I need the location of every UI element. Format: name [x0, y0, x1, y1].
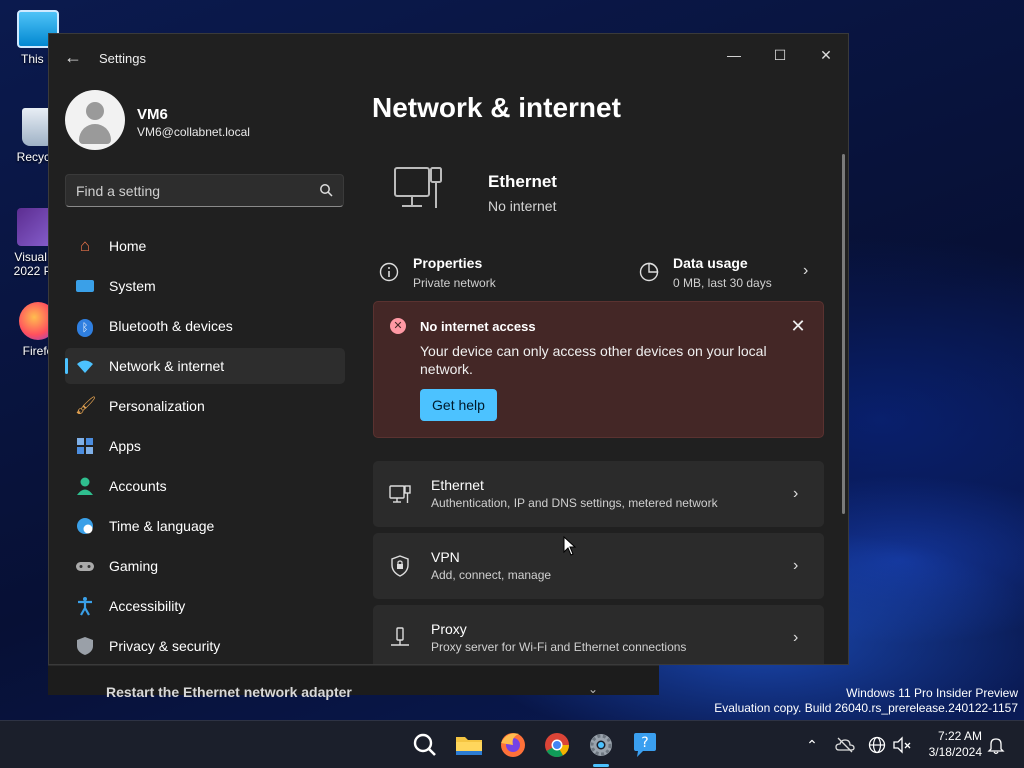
- dismiss-alert-button[interactable]: ✕: [786, 314, 810, 338]
- chevron-right-icon: ›: [793, 557, 799, 574]
- wifi-icon: [75, 356, 95, 376]
- apps-icon: [75, 436, 95, 456]
- scrollbar[interactable]: [842, 154, 845, 514]
- chevron-right-icon: ›: [793, 485, 799, 502]
- ethernet-name: Ethernet: [488, 172, 557, 191]
- controller-icon: [75, 556, 95, 576]
- mouse-cursor-icon: [563, 536, 577, 556]
- search-icon: [320, 184, 333, 197]
- sidebar-item-system[interactable]: System: [65, 268, 345, 304]
- sidebar-item-personalization[interactable]: 🖌 Personalization: [65, 388, 345, 424]
- settings-window: ← Settings — ☐ ✕ VM6 VM6@collabnet.local…: [48, 33, 849, 665]
- clock-date: 3/18/2024: [928, 745, 982, 759]
- properties-link[interactable]: Properties Private network: [379, 254, 629, 294]
- vpn-settings-card[interactable]: VPN Add, connect, manage ›: [373, 533, 824, 599]
- back-arrow-icon[interactable]: ←: [63, 48, 83, 68]
- maximize-button[interactable]: ☐: [757, 40, 803, 70]
- sidebar-item-apps[interactable]: Apps: [65, 428, 345, 464]
- user-name: VM6: [137, 106, 168, 123]
- sidebar-item-accounts[interactable]: Accounts: [65, 468, 345, 504]
- ethernet-status: No internet: [488, 198, 557, 214]
- alert-title: No internet access: [420, 319, 536, 334]
- file-explorer-icon[interactable]: [453, 729, 485, 761]
- chevron-up-icon[interactable]: ⌃: [802, 735, 822, 755]
- search-placeholder: Find a setting: [76, 183, 161, 199]
- cloud-sync-icon[interactable]: [835, 735, 855, 755]
- avatar[interactable]: [65, 90, 125, 150]
- chevron-right-icon: ›: [803, 262, 809, 279]
- page-title: Network & internet: [372, 92, 621, 123]
- search-icon[interactable]: [409, 729, 441, 761]
- user-email: VM6@collabnet.local: [137, 125, 250, 139]
- window-title: Settings: [99, 51, 146, 66]
- clock-time: 7:22 AM: [937, 729, 982, 743]
- data-usage-icon: [639, 262, 659, 282]
- system-clock[interactable]: 7:22 AM 3/18/2024: [918, 728, 982, 760]
- firefox-icon[interactable]: [497, 729, 529, 761]
- proxy-settings-card[interactable]: Proxy Proxy server for Wi-Fi and Etherne…: [373, 605, 824, 664]
- title-bar[interactable]: ← Settings — ☐ ✕: [49, 34, 848, 82]
- accessibility-icon: [75, 596, 95, 616]
- minimize-button[interactable]: —: [711, 40, 757, 70]
- chevron-right-icon: ›: [793, 629, 799, 646]
- svg-text:?: ?: [641, 735, 648, 751]
- taskbar: ? ⌃ 7:22 AM 3/18/2024: [0, 720, 1024, 768]
- evaluation-watermark: Windows 11 Pro Insider Preview Evaluatio…: [714, 686, 1018, 715]
- sidebar-nav: ⌂ Home System ᛒ Bluetooth & devices Netw…: [65, 228, 345, 664]
- person-icon: [75, 476, 95, 496]
- alert-message: Your device can only access other device…: [420, 343, 767, 377]
- error-icon: ✕: [390, 318, 406, 334]
- info-icon: [379, 262, 399, 282]
- sidebar-item-network[interactable]: Network & internet: [65, 348, 345, 384]
- no-internet-alert: ✕ No internet access Your device can onl…: [373, 301, 824, 438]
- ethernet-monitor-icon: [394, 167, 442, 208]
- chevron-down-icon: ⌄: [588, 682, 599, 696]
- search-input[interactable]: Find a setting: [65, 174, 344, 207]
- sidebar-item-privacy[interactable]: Privacy & security: [65, 628, 345, 664]
- sidebar-item-accessibility[interactable]: Accessibility: [65, 588, 345, 624]
- close-button[interactable]: ✕: [803, 40, 848, 70]
- shield-icon: [75, 636, 95, 656]
- sidebar-item-home[interactable]: ⌂ Home: [65, 228, 345, 264]
- sidebar-item-time-language[interactable]: Time & language: [65, 508, 345, 544]
- notification-bell-icon[interactable]: [986, 735, 1006, 755]
- settings-icon[interactable]: [585, 729, 617, 761]
- background-window-strip[interactable]: Restart the Ethernet network adapter ⌄: [48, 665, 659, 700]
- ethernet-icon: [389, 485, 411, 503]
- data-usage-link[interactable]: Data usage 0 MB, last 30 days ›: [639, 254, 819, 294]
- get-help-button[interactable]: Get help: [420, 389, 497, 421]
- bluetooth-icon: ᛒ: [75, 316, 95, 337]
- home-icon: ⌂: [79, 236, 91, 255]
- display-icon: [75, 276, 95, 296]
- help-icon[interactable]: ?: [629, 729, 661, 761]
- active-app-indicator: [593, 764, 609, 767]
- volume-muted-icon[interactable]: [892, 735, 912, 755]
- globe-clock-icon: [75, 516, 95, 536]
- sidebar-item-bluetooth[interactable]: ᛒ Bluetooth & devices: [65, 308, 345, 344]
- chrome-icon[interactable]: [541, 729, 573, 761]
- ethernet-settings-card[interactable]: Ethernet Authentication, IP and DNS sett…: [373, 461, 824, 527]
- brush-icon: 🖌: [75, 396, 97, 415]
- sidebar-item-gaming[interactable]: Gaming: [65, 548, 345, 584]
- vpn-shield-icon: [391, 555, 409, 577]
- globe-network-icon[interactable]: [867, 735, 887, 755]
- proxy-icon: [391, 627, 409, 646]
